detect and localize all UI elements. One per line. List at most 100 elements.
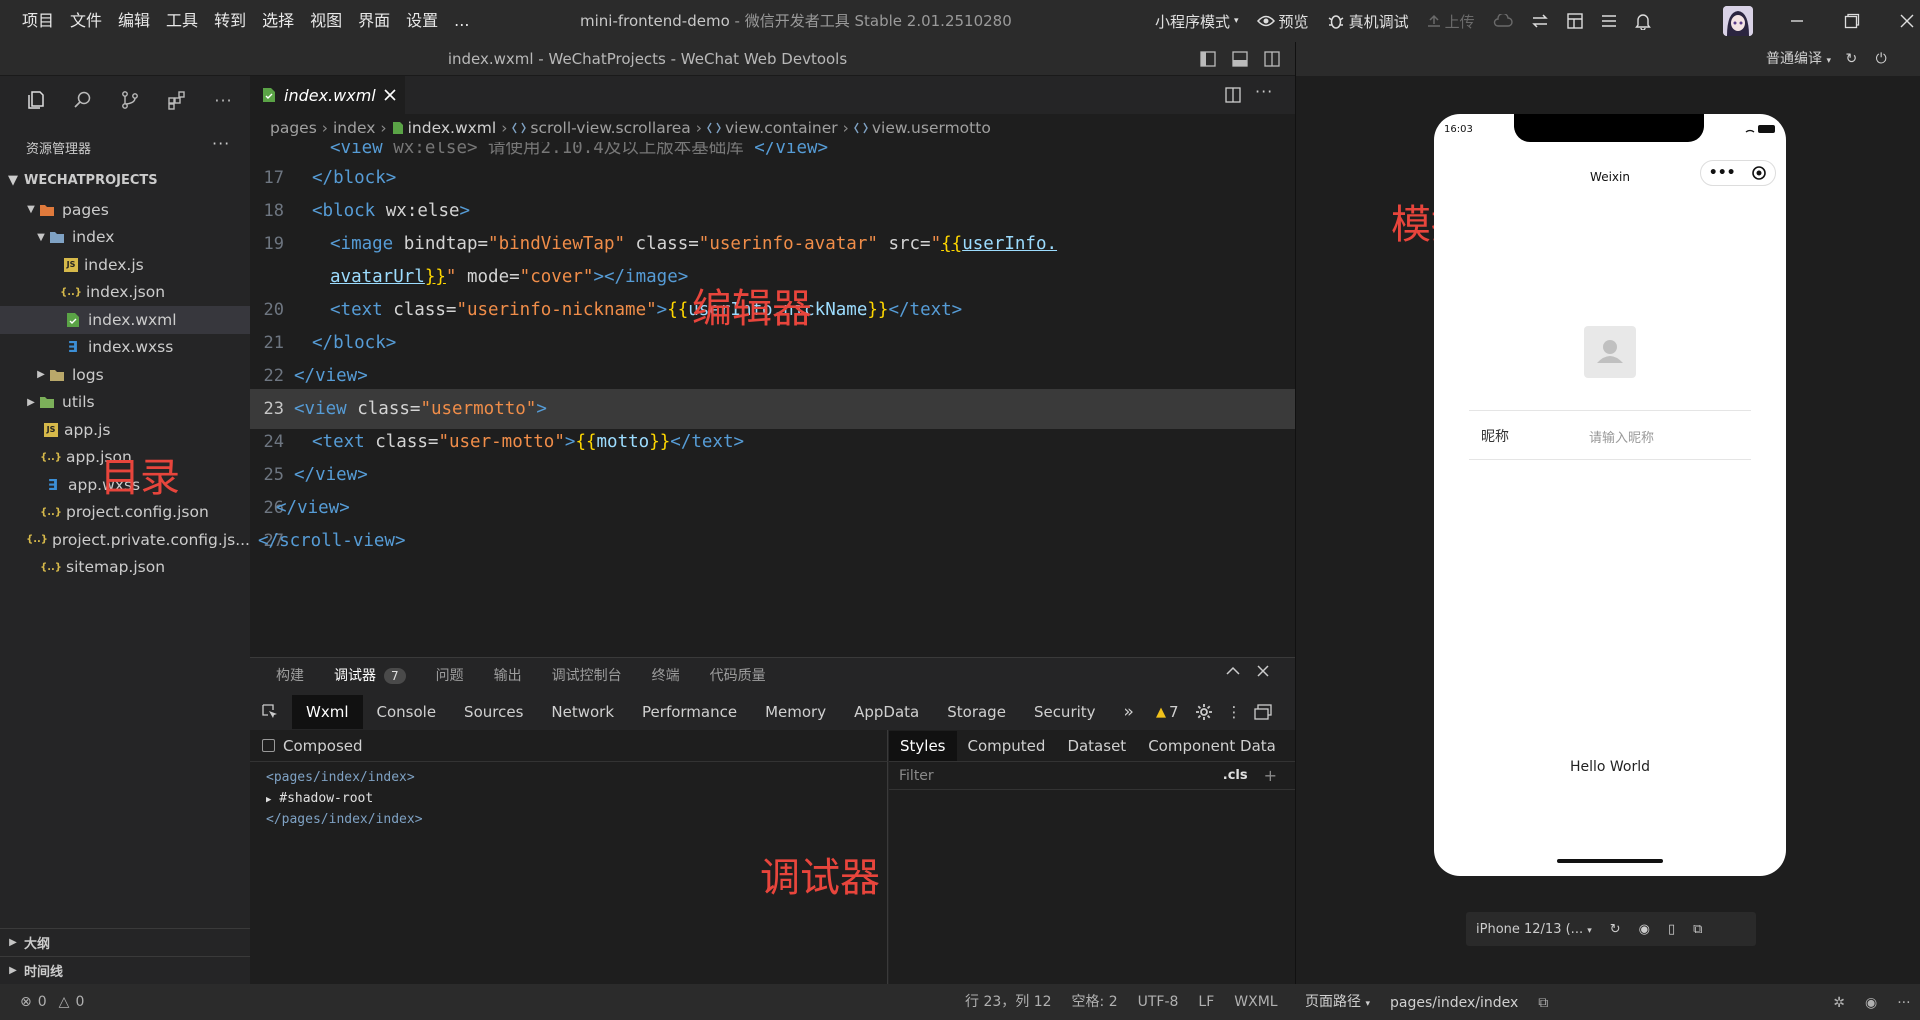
tab-code-quality[interactable]: 代码质量 <box>710 665 766 685</box>
phone-icon[interactable]: ▯ <box>1668 922 1675 937</box>
avatar[interactable] <box>1723 6 1753 36</box>
tab-debugger[interactable]: 调试器 7 <box>334 665 406 685</box>
menu-interface[interactable]: 界面 <box>350 0 398 42</box>
tab-debug-console[interactable]: 调试控制台 <box>552 665 622 685</box>
tab-problems[interactable]: 问题 <box>436 665 464 685</box>
menu-select[interactable]: 选择 <box>254 0 302 42</box>
nickname-input[interactable]: 请输入昵称 <box>1589 427 1654 446</box>
warnings-indicator[interactable]: ▲ 7 <box>1148 703 1187 721</box>
tree-folder-index[interactable]: ▼ index <box>0 224 250 252</box>
real-debug-button[interactable]: 真机调试 <box>1327 11 1409 32</box>
add-style-button[interactable]: + <box>1264 766 1277 785</box>
preview-button[interactable]: 预览 <box>1256 11 1309 32</box>
capsule-menu[interactable]: ••• <box>1700 160 1776 186</box>
menu-project[interactable]: 项目 <box>14 0 62 42</box>
kebab-menu-icon[interactable]: ⋮ <box>1221 703 1248 721</box>
dom-node-shadow-root[interactable]: ▶ #shadow-root <box>266 791 373 806</box>
menu-file[interactable]: 文件 <box>62 0 110 42</box>
project-root[interactable]: ▼ WECHATPROJECTS <box>0 168 250 192</box>
breadcrumb-item[interactable]: index <box>333 119 375 137</box>
dom-node-close[interactable]: </pages/index/index> <box>266 812 423 827</box>
editor-more-icon[interactable]: ··· <box>1255 82 1273 101</box>
toggle-panel-icon[interactable] <box>1232 51 1248 67</box>
devtab-storage[interactable]: Storage <box>933 695 1020 729</box>
tree-file-index-wxml[interactable]: index.wxml <box>0 306 250 334</box>
bell-icon[interactable] <box>1634 12 1651 30</box>
devtab-wxml[interactable]: Wxml <box>292 695 363 729</box>
avatar-placeholder[interactable] <box>1584 326 1636 378</box>
split-editor-icon[interactable] <box>1225 87 1241 103</box>
cloud-icon[interactable] <box>1493 14 1513 28</box>
devtab-memory[interactable]: Memory <box>751 695 840 729</box>
compile-mode-dropdown[interactable]: 普通编译 ▾ ↻ ⏻ <box>1766 42 1887 78</box>
toggle-split-icon[interactable] <box>1264 51 1280 67</box>
cls-button[interactable]: .cls <box>1223 768 1248 783</box>
devtab-network[interactable]: Network <box>537 695 628 729</box>
undock-icon[interactable] <box>1248 704 1278 720</box>
rotate-icon[interactable]: ↻ <box>1610 922 1621 937</box>
tab-output[interactable]: 输出 <box>494 665 522 685</box>
menu-more[interactable]: ... <box>446 0 477 42</box>
devtab-security[interactable]: Security <box>1020 695 1110 729</box>
devtab-console[interactable]: Console <box>363 695 451 729</box>
maximize-icon[interactable] <box>1844 13 1860 29</box>
tree-file-index-json[interactable]: {..} index.json <box>0 279 250 307</box>
devtab-appdata[interactable]: AppData <box>840 695 933 729</box>
tab-index-wxml[interactable]: index.wxml <box>250 76 405 114</box>
tab-terminal[interactable]: 终端 <box>652 665 680 685</box>
tree-file-index-js[interactable]: JS index.js <box>0 251 250 279</box>
bug-icon[interactable]: ✲ <box>1833 985 1845 1020</box>
timeline-section[interactable]: ▶ 时间线 <box>0 956 250 984</box>
close-miniprogram-icon[interactable] <box>1751 165 1767 181</box>
tree-folder-utils[interactable]: ▶ utils <box>0 389 250 417</box>
end-of-line[interactable]: LF <box>1198 984 1214 1020</box>
tree-folder-logs[interactable]: ▶ logs <box>0 361 250 389</box>
popout-icon[interactable]: ⧉ <box>1693 922 1702 937</box>
style-tab-computed[interactable]: Computed <box>957 731 1057 761</box>
menu-dots-icon[interactable]: ••• <box>1709 165 1736 181</box>
breadcrumb-item[interactable]: scroll-view.scrollarea <box>512 119 691 137</box>
indentation[interactable]: 空格: 2 <box>1072 984 1118 1020</box>
more-icon[interactable]: ··· <box>200 76 247 124</box>
copy-icon[interactable]: ⧉ <box>1538 985 1548 1020</box>
tab-build[interactable]: 构建 <box>276 665 304 685</box>
inspect-icon[interactable] <box>250 704 292 720</box>
search-icon[interactable] <box>59 76 106 124</box>
menu-settings[interactable]: 设置 <box>398 0 446 42</box>
language-mode[interactable]: WXML <box>1234 984 1277 1020</box>
filter-input[interactable]: Filter <box>899 768 1223 784</box>
breadcrumb-item[interactable]: view.container <box>707 119 838 137</box>
files-icon[interactable] <box>12 76 59 124</box>
breadcrumb-item[interactable]: index.wxml <box>392 119 496 137</box>
style-tab-component-data[interactable]: Component Data <box>1137 731 1287 761</box>
devtab-performance[interactable]: Performance <box>628 695 751 729</box>
code-area[interactable]: <view wx:else> 请使用2.10.4及以上版本基础库 </view>… <box>250 142 1295 657</box>
minimize-icon[interactable] <box>1790 14 1804 28</box>
chevron-up-icon[interactable] <box>1226 666 1240 676</box>
stop-icon[interactable]: ◉ <box>1639 922 1650 937</box>
menu-goto[interactable]: 转到 <box>206 0 254 42</box>
menu-tools[interactable]: 工具 <box>158 0 206 42</box>
breadcrumb-item[interactable]: view.usermotto <box>854 119 991 137</box>
style-tab-styles[interactable]: Styles <box>889 730 957 761</box>
problems-indicator[interactable]: ⊗ 0 △ 0 <box>20 984 84 1020</box>
composed-checkbox[interactable] <box>262 739 275 752</box>
explorer-more-button[interactable]: ··· <box>212 134 230 153</box>
breadcrumb-item[interactable]: pages <box>270 119 317 137</box>
mode-dropdown[interactable]: 小程序模式 ▾ <box>1155 11 1239 32</box>
menu-edit[interactable]: 编辑 <box>110 0 158 42</box>
encoding[interactable]: UTF-8 <box>1138 984 1179 1020</box>
tree-folder-pages[interactable]: ▼ pages <box>0 196 250 224</box>
close-tab-icon[interactable] <box>384 89 396 101</box>
outline-section[interactable]: ▶ 大纲 <box>0 928 250 956</box>
more-icon[interactable]: ··· <box>1897 985 1910 1020</box>
close-panel-icon[interactable] <box>1257 665 1269 677</box>
cursor-position[interactable]: 行 23，列 12 <box>965 984 1052 1020</box>
devtab-sources[interactable]: Sources <box>450 695 537 729</box>
layout-icon[interactable] <box>1566 13 1583 29</box>
tree-file-index-wxss[interactable]: ∃ index.wxss <box>0 334 250 362</box>
close-icon[interactable] <box>1900 14 1914 28</box>
dom-node-open[interactable]: <pages/index/index> <box>266 770 415 785</box>
power-icon[interactable]: ⏻ <box>1876 51 1887 67</box>
hamburger-icon[interactable] <box>1601 14 1617 28</box>
